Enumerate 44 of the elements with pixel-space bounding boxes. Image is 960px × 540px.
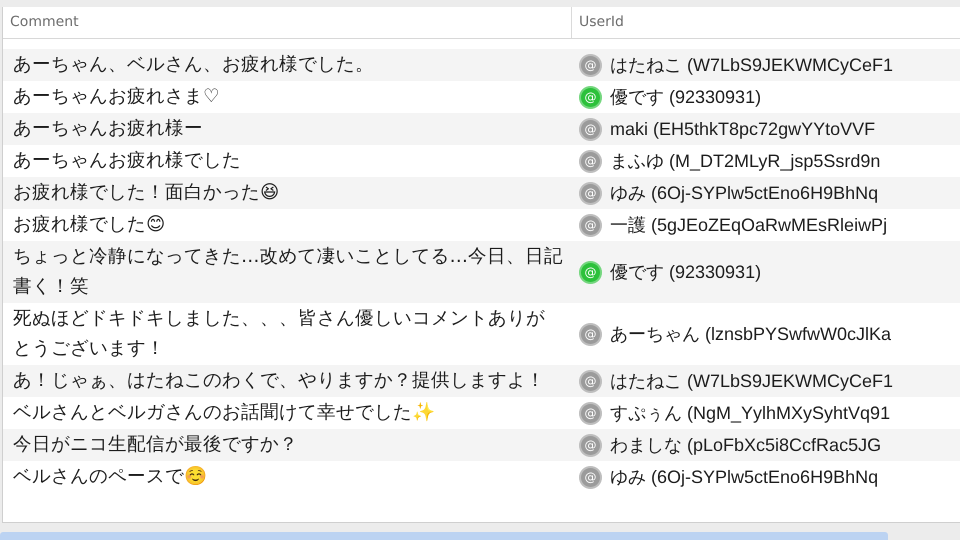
comment-text: ベルさんのペースで☺	[12, 465, 208, 489]
at-icon: @	[579, 182, 602, 204]
table-row[interactable]: 今日がニコ生配信が最後ですか？ @ わましな (pLoFbXc5i8CcfRac5JG	[3, 429, 960, 461]
column-header[interactable]: UserId	[571, 7, 960, 38]
user-id: はたねこ (W7LbS9JEKWMCyCeF1	[610, 54, 894, 77]
at-icon: @	[579, 434, 602, 456]
at-icon: @	[579, 214, 602, 236]
comment-text: あ！じゃぁ、はたねこのわくで、やりますか？提供しますよ！	[12, 369, 546, 393]
user-id: ゆみ (6Oj-SYPlw5ctEno6H9BhNq	[610, 182, 878, 205]
at-icon: @	[579, 150, 602, 172]
comment-text: お疲れ様でした😊	[12, 213, 166, 237]
comment-text: あーちゃんお疲れさま♡	[12, 85, 221, 109]
user-id: 優です (92330931)	[610, 86, 762, 109]
table-row[interactable]: あーちゃん、ベルさん、お疲れ様でした。 @ はたねこ (W7LbS9JEKWMCyCeF1	[3, 49, 960, 81]
at-icon: @	[579, 118, 602, 140]
comment-text: あーちゃんお疲れ様でした	[12, 149, 242, 173]
table-row[interactable]: あ！じゃぁ、はたねこのわくで、やりますか？提供しますよ！ @ はたねこ (W7LbS9JEKWMCyCeF1	[3, 365, 960, 397]
column-header[interactable]: Comment	[3, 7, 571, 38]
user-id: 優です (92330931)	[610, 261, 762, 284]
user-id: まふゆ (M_DT2MLyR_jsp5Ssrd9n	[610, 150, 880, 173]
at-icon: @	[579, 260, 602, 284]
comment-text: ちょっと冷静になってきた…改めて凄いことしてる…今日、日記書く！笑	[12, 245, 564, 299]
comment-text: ベルさんとベルガさんのお話聞けて幸せでした✨	[12, 401, 436, 425]
user-id: わましな (pLoFbXc5i8CcfRac5JG	[610, 434, 882, 457]
user-id: はたねこ (W7LbS9JEKWMCyCeF1	[610, 370, 894, 393]
comment-text: お疲れ様でした！面白かった😆	[12, 181, 280, 205]
comment-text: 死ぬほどドキドキしました、、、皆さん優しいコメントありがとうございます！	[12, 307, 546, 361]
user-id: maki (EH5thkT8pc72gwYYtoVVF	[610, 118, 876, 140]
user-id: 一護 (5gJEoZEqOaRwMEsRleiwPj	[610, 214, 888, 237]
comment-text: あーちゃんお疲れ様ー	[12, 117, 204, 141]
at-icon: @	[579, 86, 602, 108]
at-icon: @	[579, 322, 602, 346]
at-icon: @	[579, 466, 602, 488]
user-id: ゆみ (6Oj-SYPlw5ctEno6H9BhNq	[610, 466, 878, 489]
at-icon: @	[579, 370, 602, 392]
at-icon: @	[579, 402, 602, 424]
table-row[interactable]: お疲れ様でした！面白かった😆 @ ゆみ (6Oj-SYPlw5ctEno6H9BhNq	[3, 177, 960, 209]
table-row[interactable]: ちょっと冷静になってきた…改めて凄いことしてる…今日、日記書く！笑 @ 優です (92330931)	[3, 241, 960, 303]
comment-text: 今日がニコ生配信が最後ですか？	[12, 433, 299, 457]
user-id: すぷぅん (NgM_YylhMXySyhtVq91	[610, 402, 890, 425]
user-id: あーちゃん (lznsbPYSwfwW0cJlKa	[610, 323, 892, 346]
at-icon: @	[579, 54, 602, 76]
comment-text: あーちゃん、ベルさん、お疲れ様でした。	[12, 53, 375, 77]
table-row[interactable]: あーちゃんお疲れ様ー @ maki (EH5thkT8pc72gwYYtoVVF	[3, 113, 960, 145]
